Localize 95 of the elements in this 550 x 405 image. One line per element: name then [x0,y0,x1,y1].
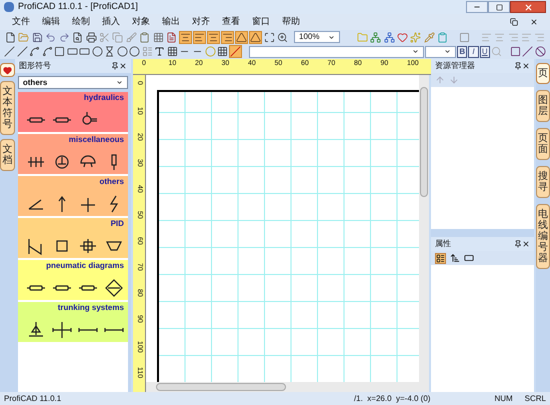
menu-item[interactable]: 输出 [162,15,180,29]
panel-tab[interactable]: 文档 [0,139,15,171]
grid-icon[interactable] [166,45,178,58]
status-text: ProfiCAD 11.0.1 [4,392,62,404]
panel-tab[interactable]: 文本符号 [0,81,15,135]
grid-icon[interactable] [152,30,165,44]
fit-page-icon[interactable] [263,30,276,44]
pin-icon[interactable] [514,62,522,70]
pipette-icon[interactable] [423,30,436,44]
panel-title: 图形符号 [18,60,52,72]
undo-icon[interactable] [44,30,57,44]
close-icon[interactable] [118,62,127,70]
panel-title: 属性 [434,238,452,250]
close-icon [524,2,532,12]
align-icon[interactable] [179,30,192,44]
num-lock-indicator: NUM [494,392,513,404]
symbol-icon[interactable] [78,236,98,256]
scrollbar-thumb[interactable] [156,383,286,391]
panel-tab[interactable]: 页 [536,63,550,84]
panel-title: 资源管理器 [434,60,476,72]
symbols-tab[interactable] [0,63,15,77]
new-file-icon[interactable] [4,30,16,44]
category-dropdown[interactable]: others [18,76,128,89]
menu-item[interactable]: 绘制 [72,15,90,29]
menu-item[interactable]: 对齐 [192,15,210,29]
curve-icon[interactable] [29,45,41,58]
scroll-lock-indicator: SCRL [524,392,546,404]
panel-tab[interactable]: 图层 [536,90,550,122]
category-title: others [99,176,124,188]
network-icon[interactable] [369,30,382,44]
menu-item[interactable]: 插入 [102,15,120,29]
arc-icon[interactable] [42,45,54,58]
category-title: hydraulics [84,92,124,104]
sort-icon[interactable] [450,253,460,263]
grid-icon[interactable] [216,45,228,58]
categorized-icon[interactable] [434,252,446,264]
wire-icon[interactable] [522,45,534,58]
underline-button[interactable]: U [480,46,490,58]
hourglass-icon[interactable] [104,45,116,58]
triangle-icon[interactable] [235,30,248,44]
circle-icon[interactable] [92,45,104,58]
line-icon[interactable] [4,45,16,58]
menu-item[interactable]: 对象 [132,15,150,29]
scrollbar-thumb[interactable] [420,87,428,197]
category-title: trunking systems [58,302,124,314]
pointer-icon[interactable] [229,45,242,58]
menu-item[interactable]: 帮助 [282,15,300,29]
no-entry-icon[interactable] [534,45,546,58]
property-pages-icon[interactable] [464,253,474,263]
close-button[interactable] [510,1,546,13]
align-icon[interactable] [207,30,220,44]
close-icon[interactable] [522,240,530,248]
bold-button[interactable]: B [457,46,468,58]
align-icon[interactable] [221,30,234,44]
menu-item[interactable]: 文件 [12,15,30,29]
panel-tab[interactable]: 搜寻 [536,166,550,198]
menu-item[interactable]: 编辑 [42,15,60,29]
rectangle-icon[interactable] [54,45,66,58]
close-icon[interactable] [530,18,538,26]
menu-item[interactable]: 窗口 [252,15,270,29]
close-icon[interactable] [522,62,530,70]
panel-tab[interactable]: 页面 [536,128,550,160]
zoom-in-icon[interactable] [276,30,290,44]
clipboard-icon[interactable] [138,30,152,44]
symbol-icon[interactable] [104,278,124,298]
symbol-icon[interactable] [52,320,72,340]
italic-button[interactable]: I [468,46,479,58]
app-icon [4,2,14,12]
restore-icon[interactable] [510,18,518,26]
triangle-icon[interactable] [249,30,262,44]
redo-icon[interactable] [58,30,70,44]
save-icon[interactable] [30,30,44,44]
text-icon[interactable] [154,45,166,58]
print-icon[interactable] [84,30,98,44]
heart-icon [2,66,12,74]
pin-icon[interactable] [514,240,522,248]
line-icon[interactable] [16,45,28,58]
network-icon[interactable] [382,30,396,44]
pin-icon[interactable] [110,62,119,70]
category-title: pneumatic diagrams [46,260,124,272]
panel-tab[interactable]: 电线编号器 [536,204,550,269]
size-dropdown[interactable] [424,46,456,58]
window-title: ProfiCAD 11.0.1 - [ProfiCAD1] [18,0,139,14]
category-title: PID [110,218,124,230]
category-title: miscellaneous [68,134,124,146]
align-icon[interactable] [193,30,206,44]
print-preview-icon[interactable] [71,30,84,44]
cursor-coordinates: /1. x=26.0 y=-4.0 (0) [354,392,430,404]
frame-icon[interactable] [458,30,471,44]
maximize-button[interactable] [488,1,510,13]
clipboard-icon[interactable] [436,30,450,44]
menu-item[interactable]: 查看 [222,15,240,29]
zoom-dropdown[interactable]: 100% [294,31,340,43]
maximize-icon [496,4,502,10]
heart-icon[interactable] [396,30,409,44]
